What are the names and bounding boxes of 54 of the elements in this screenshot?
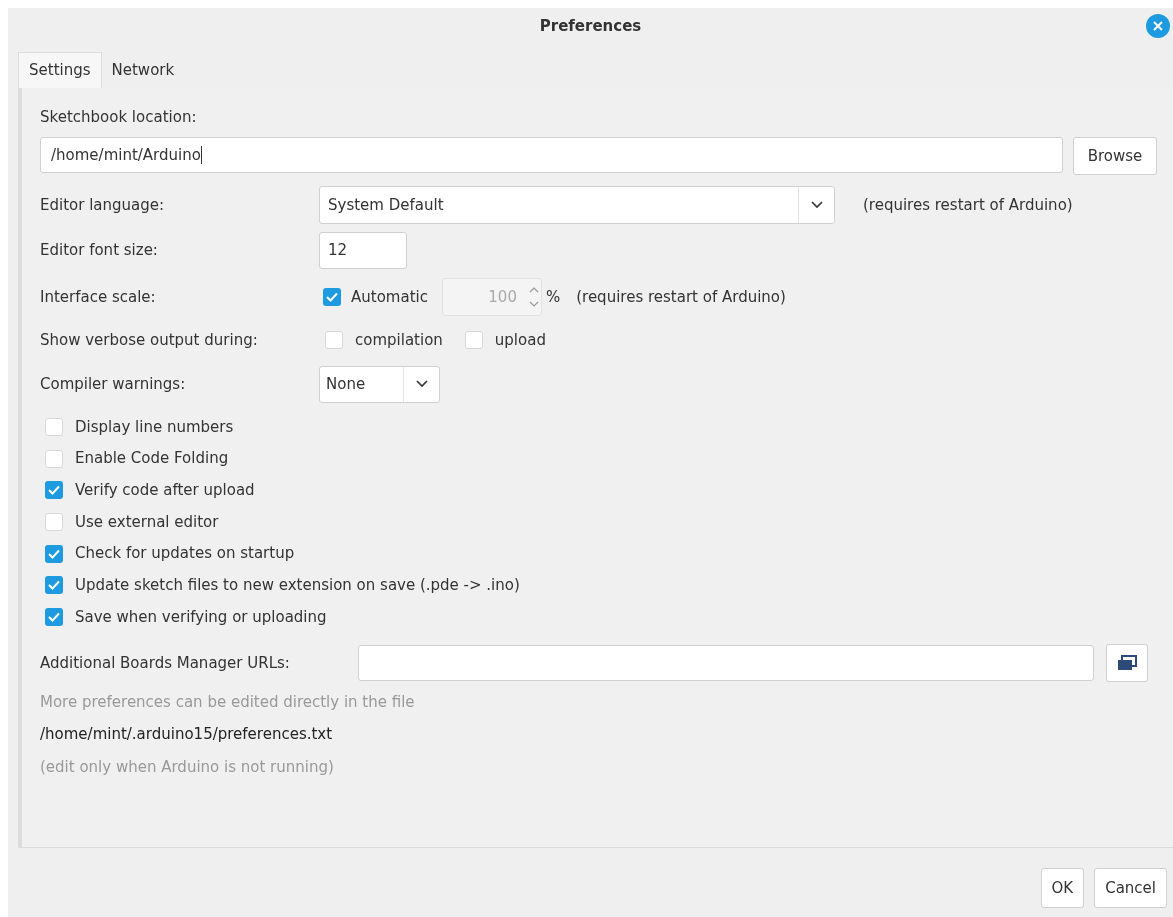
checkmark-icon: [48, 485, 60, 496]
checkbox-label: Use external editor: [75, 511, 219, 533]
preferences-file-path: /home/mint/.arduino15/preferences.txt: [40, 724, 334, 746]
checkmark-icon: [326, 292, 338, 302]
warnings-dropdown[interactable]: None: [319, 365, 440, 403]
checkbox[interactable]: [45, 512, 63, 531]
field-label: Sketchbook location:: [40, 107, 198, 128]
close-icon: [1153, 21, 1163, 31]
checkmark-icon: [48, 548, 60, 559]
checkbox[interactable]: [45, 417, 63, 436]
checkbox-label: Enable Code Folding: [75, 448, 229, 470]
browse-button[interactable]: Browse: [1073, 137, 1157, 175]
chevron-down-icon: [810, 201, 823, 209]
font-size-field[interactable]: 12: [319, 231, 407, 269]
info-hint: More preferences can be edited directly in the file: [40, 691, 416, 713]
window-title: Preferences: [539, 15, 642, 37]
field-label: Show verbose output during:: [40, 329, 259, 351]
chevron-down-icon: [415, 380, 428, 388]
dialog-button[interactable]: Cancel: [1094, 868, 1167, 908]
field-label: Additional Boards Manager URLs:: [40, 652, 291, 674]
checkbox-label: Automatic: [351, 286, 428, 308]
field-label: Editor language:: [40, 194, 166, 216]
language-dropdown[interactable]: System Default: [319, 186, 835, 224]
close-button[interactable]: [1146, 14, 1170, 38]
unit-label: %: [545, 286, 561, 308]
checkbox[interactable]: [45, 576, 63, 595]
windows-icon: [1117, 654, 1137, 671]
checkbox-label: Display line numbers: [75, 416, 234, 438]
checkmark-icon: [48, 611, 60, 622]
info-note: (edit only when Arduino is not running): [40, 756, 335, 778]
field-label: Editor font size:: [40, 239, 159, 261]
checkmark-icon: [48, 580, 60, 591]
checkbox-label: upload: [494, 329, 546, 351]
checkbox-label: compilation: [355, 329, 443, 351]
tab[interactable]: Network: [101, 52, 185, 88]
checkbox[interactable]: [45, 544, 63, 563]
tab[interactable]: Settings: [18, 52, 102, 88]
checkbox-label: Verify code after upload: [75, 479, 255, 501]
checkbox-label: Save when verifying or uploading: [75, 606, 327, 628]
checkbox[interactable]: [45, 607, 63, 626]
field-label: Interface scale:: [40, 286, 157, 308]
sketchbook-path-field[interactable]: /home/mint/Arduino: [40, 137, 1063, 173]
boards-url-field[interactable]: [358, 644, 1094, 681]
checkbox[interactable]: [45, 481, 63, 500]
checkbox-label: Update sketch files to new extension on save (.pde -> .ino): [75, 575, 520, 597]
restart-note: (requires restart of Arduino): [863, 194, 1073, 216]
field-label: Compiler warnings:: [40, 373, 187, 395]
open-window-button[interactable]: [1106, 643, 1148, 682]
restart-note: (requires restart of Arduino): [576, 286, 786, 308]
dialog-button[interactable]: OK: [1040, 868, 1085, 908]
checkbox[interactable]: [464, 331, 483, 349]
checkbox[interactable]: [45, 449, 63, 468]
checkbox[interactable]: [325, 331, 343, 349]
checkbox-label: Check for updates on startup: [75, 543, 295, 565]
